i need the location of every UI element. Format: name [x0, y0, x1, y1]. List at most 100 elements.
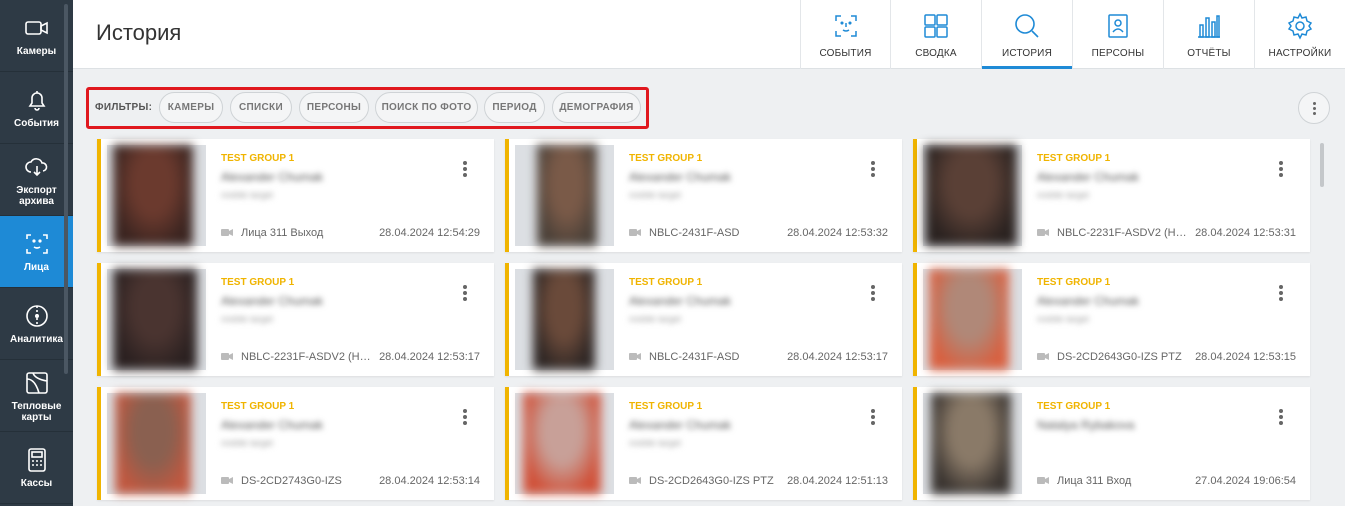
dot: [871, 409, 875, 413]
event-card[interactable]: TEST GROUP 1 Alexander Chumak mobile targe…: [97, 387, 494, 500]
video-camera-icon: [629, 353, 641, 360]
person-subtitle: mobile target: [1037, 190, 1090, 200]
person-name: Alexander Chumak: [221, 294, 324, 308]
event-card[interactable]: TEST GROUP 1 Alexander Chumak mobile targe…: [913, 139, 1310, 252]
dot: [463, 291, 467, 295]
camera-name: Лица 311 Вход: [1057, 475, 1132, 487]
tab-label: СОБЫТИЯ: [819, 48, 872, 59]
tab-persons[interactable]: ПЕРСОНЫ: [1072, 0, 1163, 69]
card-menu-button[interactable]: [870, 161, 876, 177]
tab-summary[interactable]: СВОДКА: [890, 0, 981, 69]
person-name: Alexander Chumak: [1037, 294, 1140, 308]
filter-lists[interactable]: СПИСКИ: [230, 92, 292, 123]
card-menu-button[interactable]: [462, 409, 468, 425]
person-name: Alexander Chumak: [221, 170, 324, 184]
sidebar-item-cameras[interactable]: Камеры: [0, 0, 73, 72]
card-menu-button[interactable]: [1278, 161, 1284, 177]
sidebar-item-registers[interactable]: Кассы: [0, 432, 73, 504]
card-menu-button[interactable]: [462, 161, 468, 177]
face-thumbnail[interactable]: [533, 269, 595, 370]
tab-label: ПЕРСОНЫ: [1091, 48, 1145, 59]
card-menu-button[interactable]: [870, 409, 876, 425]
card-menu-button[interactable]: [870, 285, 876, 301]
video-camera-icon: [221, 229, 233, 236]
person-subtitle: mobile target: [629, 438, 682, 448]
tab-label: ИСТОРИЯ: [1002, 48, 1052, 59]
camera-name: DS-2CD2643G0-IZS PTZ: [649, 475, 774, 487]
dot: [463, 409, 467, 413]
bell-icon: [28, 91, 45, 111]
dot: [1312, 101, 1316, 105]
sidebar-item-events[interactable]: События: [0, 72, 73, 144]
tab-history[interactable]: ИСТОРИЯ: [981, 0, 1072, 69]
sidebar-scrollbar[interactable]: [64, 4, 68, 374]
dot: [1279, 285, 1283, 289]
sidebar-item-heatmaps[interactable]: Тепловые карты: [0, 360, 73, 432]
tab-settings[interactable]: НАСТРОЙКИ: [1254, 0, 1345, 69]
camera-name: NBLC-2431F-ASD: [649, 351, 740, 363]
search-icon: [1015, 14, 1039, 38]
camera-name: Лица 311 Выход: [241, 227, 324, 239]
face-thumbnail[interactable]: [931, 393, 1011, 494]
dot: [1279, 415, 1283, 419]
person-name: Alexander Chumak: [629, 418, 732, 432]
person-card-icon: [1108, 14, 1128, 38]
camera-name: NBLC-2231F-ASDV2 (Hikvision): [241, 351, 371, 363]
event-card[interactable]: TEST GROUP 1 Alexander Chumak mobile targe…: [505, 139, 902, 252]
face-thumbnail[interactable]: [925, 145, 1017, 246]
sidebar-item-export[interactable]: Экспорт архива: [0, 144, 73, 216]
dot: [463, 161, 467, 165]
dot: [1279, 167, 1283, 171]
event-card[interactable]: TEST GROUP 1 Alexander Chumak mobile targe…: [505, 387, 902, 500]
face-thumbnail[interactable]: [113, 145, 193, 246]
card-menu-button[interactable]: [1278, 285, 1284, 301]
cash-register-icon: [27, 448, 46, 472]
event-card[interactable]: TEST GROUP 1 Alexander Chumak mobile targe…: [505, 263, 902, 376]
card-menu-button[interactable]: [462, 285, 468, 301]
event-timestamp: 28.04.2024 12:54:29: [379, 227, 480, 239]
video-camera-icon: [1037, 229, 1049, 236]
person-subtitle: mobile target: [629, 190, 682, 200]
filter-demography[interactable]: ДЕМОГРАФИЯ: [552, 92, 641, 123]
page-title: История: [96, 20, 182, 45]
dot: [463, 285, 467, 289]
event-card[interactable]: TEST GROUP 1 Alexander Chumak mobile targe…: [97, 263, 494, 376]
filter-photo-search[interactable]: ПОИСК ПО ФОТО: [375, 92, 478, 123]
event-card[interactable]: TEST GROUP 1 Alexander Chumak mobile targe…: [97, 139, 494, 252]
sidebar-item-label: Лица: [24, 262, 49, 273]
person-subtitle: mobile target: [221, 190, 274, 200]
camera-icon: [24, 21, 48, 35]
face-thumbnail[interactable]: [113, 269, 197, 370]
group-label: TEST GROUP 1: [629, 153, 703, 164]
tab-label: СВОДКА: [915, 48, 957, 59]
face-thumbnail[interactable]: [929, 269, 1009, 370]
person-subtitle: mobile target: [221, 438, 274, 448]
dot: [871, 291, 875, 295]
face-thumbnail[interactable]: [537, 145, 597, 246]
top-header: История СОБЫТИЯ СВОДКА ИСТОРИЯ ПЕРСОНЫ О…: [73, 0, 1345, 69]
filter-persons[interactable]: ПЕРСОНЫ: [299, 92, 369, 123]
face-thumbnail[interactable]: [115, 393, 191, 494]
card-menu-button[interactable]: [1278, 409, 1284, 425]
tab-events[interactable]: СОБЫТИЯ: [800, 0, 890, 69]
more-options-button[interactable]: [1298, 92, 1330, 124]
event-card[interactable]: TEST GROUP 1 Alexander Chumak mobile targe…: [913, 263, 1310, 376]
filter-cameras[interactable]: КАМЕРЫ: [159, 92, 223, 123]
person-subtitle: mobile target: [221, 314, 274, 324]
face-thumbnail[interactable]: [523, 393, 601, 494]
tab-reports[interactable]: ОТЧЁТЫ: [1163, 0, 1254, 69]
sidebar-item-label: Аналитика: [10, 334, 63, 345]
event-timestamp: 28.04.2024 12:53:32: [787, 227, 888, 239]
filter-period[interactable]: ПЕРИОД: [484, 92, 545, 123]
sidebar-item-faces[interactable]: Лица: [0, 216, 73, 288]
heatmap-icon: [25, 371, 48, 394]
person-name: Alexander Chumak: [1037, 170, 1140, 184]
content-scrollbar[interactable]: [1320, 143, 1324, 187]
sidebar-item-analytics[interactable]: Аналитика: [0, 288, 73, 360]
sidebar-item-label: Камеры: [16, 46, 57, 57]
event-card[interactable]: TEST GROUP 1 Natalya Rybakova Лица 311 Вхо…: [913, 387, 1310, 500]
group-label: TEST GROUP 1: [221, 277, 295, 288]
dot: [1279, 291, 1283, 295]
video-camera-icon: [221, 477, 233, 484]
top-nav: СОБЫТИЯ СВОДКА ИСТОРИЯ ПЕРСОНЫ ОТЧЁТЫ НА…: [800, 0, 1345, 69]
